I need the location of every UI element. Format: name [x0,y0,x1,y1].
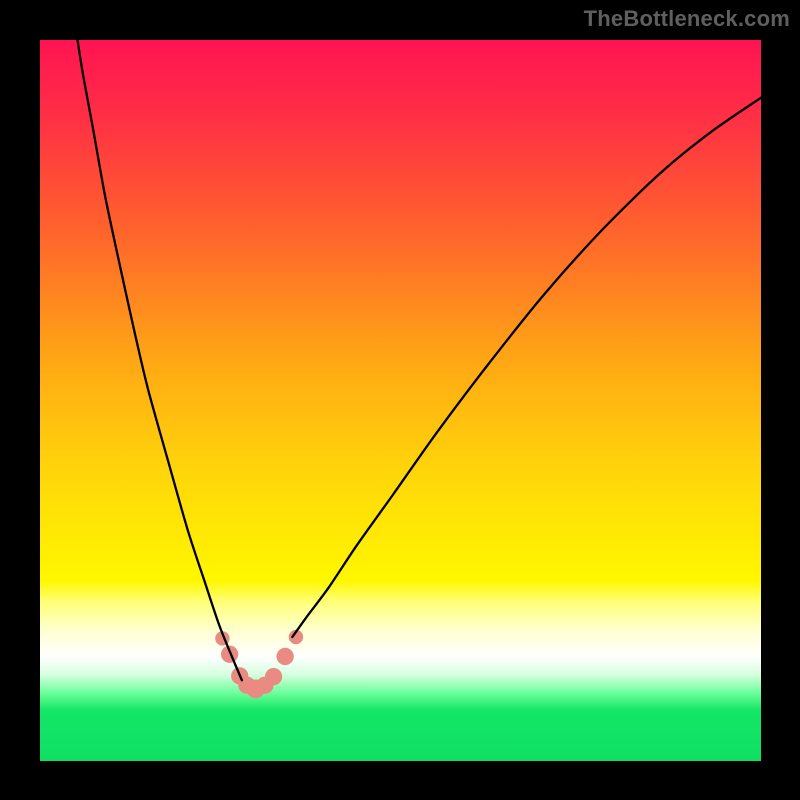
chart-svg [40,40,761,761]
chart-background [40,40,761,761]
valley-marker [276,648,293,665]
valley-marker [265,668,282,685]
plot-area [40,40,761,761]
attribution-link[interactable]: TheBottleneck.com [584,6,790,32]
chart-stage: TheBottleneck.com [0,0,800,800]
